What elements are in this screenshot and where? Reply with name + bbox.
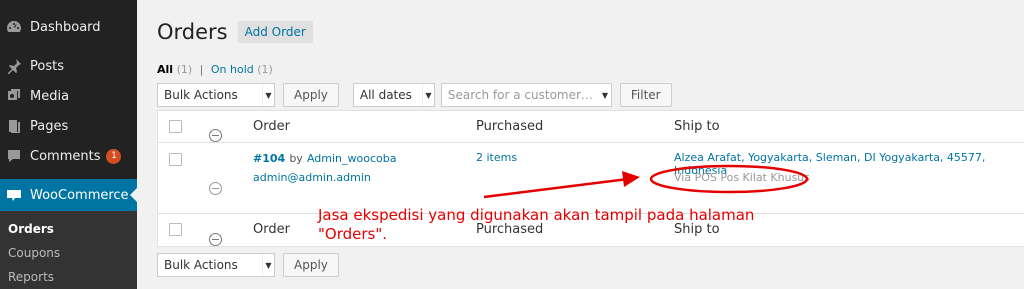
submenu-item-orders[interactable]: Orders bbox=[0, 217, 137, 241]
filter-on-hold-count: (1) bbox=[257, 63, 273, 76]
filter-separator: | bbox=[199, 63, 204, 76]
annotation-line-2: "Orders". bbox=[318, 225, 388, 243]
status-column-icon[interactable] bbox=[209, 232, 222, 246]
sidebar-item-dashboard[interactable]: Dashboard bbox=[0, 12, 137, 42]
column-header-purchased: Purchased bbox=[476, 119, 544, 134]
comments-count-badge: 1 bbox=[106, 148, 122, 164]
sidebar-item-media[interactable]: Media bbox=[0, 81, 137, 111]
customer-search-select[interactable]: Search for a customer… ▼ bbox=[440, 83, 612, 107]
submenu-item-reports[interactable]: Reports bbox=[0, 265, 137, 289]
select-all-checkbox[interactable] bbox=[169, 120, 182, 133]
status-filter-links: All (1) | On hold (1) bbox=[157, 63, 273, 76]
status-column-icon[interactable] bbox=[209, 129, 222, 142]
customer-link[interactable]: Admin_woocoba bbox=[307, 152, 397, 165]
woocommerce-icon bbox=[6, 187, 22, 203]
apply-button-bottom[interactable]: Apply bbox=[283, 253, 339, 277]
order-number-link[interactable]: #104 bbox=[253, 152, 285, 165]
add-order-button[interactable]: Add Order bbox=[237, 21, 313, 43]
select-all-checkbox-footer[interactable] bbox=[169, 223, 182, 236]
dates-value: All dates bbox=[359, 88, 412, 102]
filter-button[interactable]: Filter bbox=[619, 83, 672, 107]
sidebar-item-comments[interactable]: Comments 1 bbox=[0, 141, 137, 171]
woocommerce-submenu: Orders Coupons Reports bbox=[0, 211, 137, 289]
page-title: Orders bbox=[157, 20, 228, 44]
comments-icon bbox=[6, 148, 22, 164]
sidebar-item-label: Pages bbox=[30, 118, 69, 134]
customer-email-link[interactable]: admin@admin.admin bbox=[253, 171, 371, 184]
order-status-icon bbox=[209, 181, 222, 195]
order-by-text: by bbox=[289, 152, 303, 165]
apply-button[interactable]: Apply bbox=[283, 83, 339, 107]
sidebar-item-label: Media bbox=[30, 88, 70, 104]
column-header-ship-to: Ship to bbox=[674, 119, 720, 134]
submenu-item-coupons[interactable]: Coupons bbox=[0, 241, 137, 265]
bulk-actions-select-bottom[interactable]: Bulk Actions ▼ bbox=[157, 253, 275, 277]
chevron-down-icon: ▼ bbox=[262, 84, 274, 106]
filter-all-link[interactable]: All bbox=[157, 63, 173, 76]
annotation-text: Jasa ekspedisi yang digunakan akan tampi… bbox=[318, 206, 754, 244]
chevron-down-icon: ▼ bbox=[598, 84, 611, 106]
order-title: #104 by Admin_woocoba bbox=[253, 151, 396, 166]
filter-all-count: (1) bbox=[176, 63, 193, 76]
sidebar-item-label: Comments bbox=[30, 148, 101, 164]
shipping-method-text: Via POS Pos Kilat Khusus bbox=[674, 171, 811, 184]
pages-icon bbox=[6, 118, 22, 134]
sidebar-item-pages[interactable]: Pages bbox=[0, 111, 137, 141]
bulk-actions-select[interactable]: Bulk Actions ▼ bbox=[157, 83, 275, 107]
admin-sidebar: Dashboard Posts Media Pages Comments 1 W… bbox=[0, 0, 137, 289]
filter-on-hold-link[interactable]: On hold bbox=[211, 63, 254, 76]
media-icon bbox=[6, 88, 22, 104]
sidebar-item-woocommerce[interactable]: WooCommerce bbox=[0, 179, 137, 211]
sidebar-item-label: Posts bbox=[30, 58, 64, 74]
dashboard-icon bbox=[6, 19, 22, 35]
tablenav-bottom: Bulk Actions ▼ Apply bbox=[157, 253, 339, 277]
bulk-actions-value: Bulk Actions bbox=[164, 258, 238, 272]
chevron-down-icon: ▼ bbox=[262, 254, 274, 276]
pushpin-icon bbox=[6, 58, 22, 74]
column-header-order[interactable]: Order bbox=[253, 119, 290, 134]
dates-select[interactable]: All dates ▼ bbox=[352, 83, 435, 107]
sidebar-item-posts[interactable]: Posts bbox=[0, 51, 137, 81]
bulk-actions-value: Bulk Actions bbox=[164, 88, 238, 102]
row-checkbox[interactable] bbox=[169, 153, 182, 166]
sidebar-item-label: Dashboard bbox=[30, 19, 101, 35]
customer-search-placeholder: Search for a customer… bbox=[447, 88, 593, 102]
table-header-row: Order Purchased Ship to bbox=[158, 111, 1024, 143]
sidebar-item-label: WooCommerce bbox=[30, 187, 129, 203]
annotation-line-1: Jasa ekspedisi yang digunakan akan tampi… bbox=[318, 206, 755, 224]
tablenav-top: Bulk Actions ▼ Apply All dates ▼ Search … bbox=[157, 83, 672, 107]
table-row: #104 by Admin_woocoba admin@admin.admin … bbox=[158, 143, 1024, 214]
chevron-down-icon: ▼ bbox=[421, 84, 434, 106]
column-footer-order[interactable]: Order bbox=[253, 222, 290, 237]
purchased-items-link[interactable]: 2 items bbox=[476, 151, 517, 164]
